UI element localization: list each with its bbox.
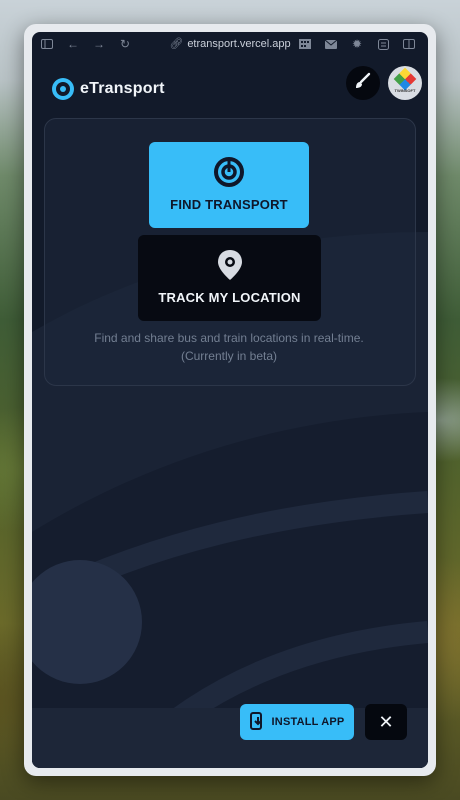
paintbrush-icon	[354, 72, 372, 95]
split-view-icon[interactable]	[402, 37, 416, 51]
app-description: Find and share bus and train locations i…	[44, 329, 414, 365]
find-transport-label: FIND TRANSPORT	[170, 197, 288, 212]
close-banner-button[interactable]: ✕	[365, 704, 407, 740]
avatar-text: TWINSOFT	[394, 88, 416, 93]
grid-extension-icon[interactable]	[298, 37, 312, 51]
mail-icon[interactable]	[324, 37, 338, 51]
reader-icon[interactable]	[376, 37, 390, 51]
browser-window: ← → ↻ 🔗︎ etransport.vercel.app ✹ eTransp…	[24, 24, 436, 776]
install-app-button[interactable]: INSTALL APP	[240, 704, 354, 740]
link-icon: 🔗︎	[169, 38, 184, 50]
gear-extension-icon[interactable]: ✹	[350, 37, 364, 51]
install-app-label: INSTALL APP	[271, 716, 345, 728]
avatar[interactable]: TWINSOFT	[388, 66, 422, 100]
location-pin-icon	[214, 249, 246, 281]
avatar-logo-icon	[393, 67, 417, 91]
app-logo-icon	[52, 78, 74, 100]
target-icon	[213, 156, 245, 188]
address-bar[interactable]: 🔗︎ etransport.vercel.app	[32, 37, 428, 50]
url-text: etransport.vercel.app	[187, 38, 291, 50]
phone-download-icon	[249, 711, 264, 733]
theme-button[interactable]	[346, 66, 380, 100]
beta-note: (Currently in beta)	[180, 349, 278, 363]
app-brand: eTransport	[80, 80, 165, 97]
track-location-label: TRACK MY LOCATION	[158, 290, 301, 305]
browser-toolbar: ← → ↻ 🔗︎ etransport.vercel.app ✹	[32, 32, 428, 56]
close-icon: ✕	[378, 711, 394, 732]
track-location-button[interactable]: TRACK MY LOCATION	[138, 235, 321, 321]
description-line: Find and share bus and train locations i…	[94, 331, 364, 345]
browser-viewport: ← → ↻ 🔗︎ etransport.vercel.app ✹ eTransp…	[32, 32, 428, 768]
find-transport-button[interactable]: FIND TRANSPORT	[149, 142, 309, 228]
